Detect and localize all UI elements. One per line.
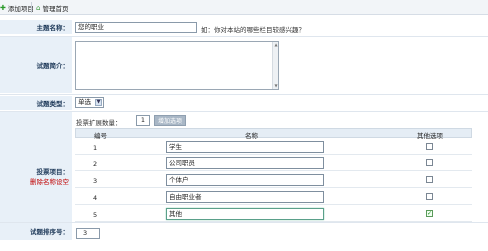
row-number: 2 — [93, 160, 98, 168]
scroll-down-icon[interactable]: ▼ — [274, 84, 278, 88]
intro-textarea[interactable]: ▲ ▼ — [75, 41, 279, 90]
header-number: 编号 — [94, 132, 107, 140]
title-label-cell: 主题名称： — [0, 20, 72, 34]
chevron-down-icon[interactable]: ▼ — [95, 99, 102, 106]
type-select-value: 单选 — [78, 98, 91, 106]
row-number: 4 — [93, 194, 98, 202]
other-option-checkbox[interactable] — [426, 193, 433, 200]
sort-label: 试题排序号： — [30, 228, 69, 236]
option-name-input[interactable]: 其他 — [166, 208, 324, 220]
table-row: 3 个体户 — [75, 173, 472, 188]
vote-label-cell: 投票项目： 删除名称设空 — [0, 112, 72, 240]
header-name: 名称 — [245, 132, 258, 140]
row-divider — [0, 111, 488, 112]
row-number: 1 — [93, 144, 98, 152]
title-hint: 如：你对本站的哪些栏目较感兴趣？ — [201, 26, 305, 34]
expand-count-input[interactable]: 1 — [136, 115, 150, 126]
row-divider — [0, 36, 488, 37]
manage-home-label: 管理首页 — [42, 5, 69, 13]
plus-icon: ✚ — [0, 4, 6, 12]
table-row: 2 公司职员 — [75, 156, 472, 171]
toolbar-divider — [31, 2, 32, 13]
add-item-label: 添加项目 — [7, 5, 34, 13]
row-divider — [0, 222, 488, 223]
sort-order-input[interactable]: 3 — [76, 228, 100, 239]
table-row: 5 其他 ✓ — [75, 207, 472, 222]
options-grid-header: 编号 名称 其他选项 — [75, 128, 472, 140]
add-item-button[interactable]: ✚ 添加项目 — [0, 3, 34, 13]
option-name-input[interactable]: 自由职业者 — [166, 191, 324, 203]
other-option-checkbox[interactable] — [426, 176, 433, 183]
title-input[interactable]: 您的职业 — [75, 22, 197, 33]
sort-label-cell: 试题排序号： — [0, 223, 72, 239]
scroll-up-icon[interactable]: ▲ — [274, 43, 278, 47]
other-option-checkbox[interactable] — [426, 143, 433, 150]
other-option-checkbox[interactable]: ✓ — [426, 210, 433, 217]
home-icon: ⌂ — [36, 4, 41, 12]
manage-home-button[interactable]: ⌂ 管理首页 — [36, 3, 68, 13]
option-name-input[interactable]: 个体户 — [166, 174, 324, 186]
type-label: 试题类型： — [36, 100, 70, 108]
toolbar: ✚ 添加项目 ⌂ 管理首页 — [0, 0, 488, 15]
vote-label: 投票项目： — [36, 168, 70, 176]
table-row: 1 学生 — [75, 140, 472, 155]
row-number: 3 — [93, 177, 98, 185]
row-divider — [0, 94, 488, 95]
add-option-button[interactable]: 增加选项 — [154, 115, 187, 126]
vote-delete-hint: 删除名称设空 — [30, 178, 69, 186]
checkmark-icon: ✓ — [427, 210, 433, 217]
other-option-checkbox[interactable] — [426, 159, 433, 166]
intro-label-cell: 试题简介： — [0, 37, 72, 93]
table-row: 4 自由职业者 — [75, 190, 472, 205]
expand-count-label: 投票扩展数量： — [76, 119, 122, 127]
row-number: 5 — [93, 211, 98, 219]
title-label: 主题名称： — [36, 24, 70, 32]
intro-label: 试题简介： — [36, 62, 70, 70]
type-select[interactable]: 单选 ▼ — [75, 97, 104, 108]
option-name-input[interactable]: 公司职员 — [166, 157, 324, 169]
vote-form: 主题名称： 您的职业 如：你对本站的哪些栏目较感兴趣？ 试题简介： ▲ ▼ 试题… — [0, 16, 488, 251]
option-name-input[interactable]: 学生 — [166, 141, 324, 153]
header-other: 其他选项 — [417, 132, 443, 140]
type-label-cell: 试题类型： — [0, 96, 72, 110]
intro-scrollbar[interactable]: ▲ ▼ — [272, 42, 278, 89]
